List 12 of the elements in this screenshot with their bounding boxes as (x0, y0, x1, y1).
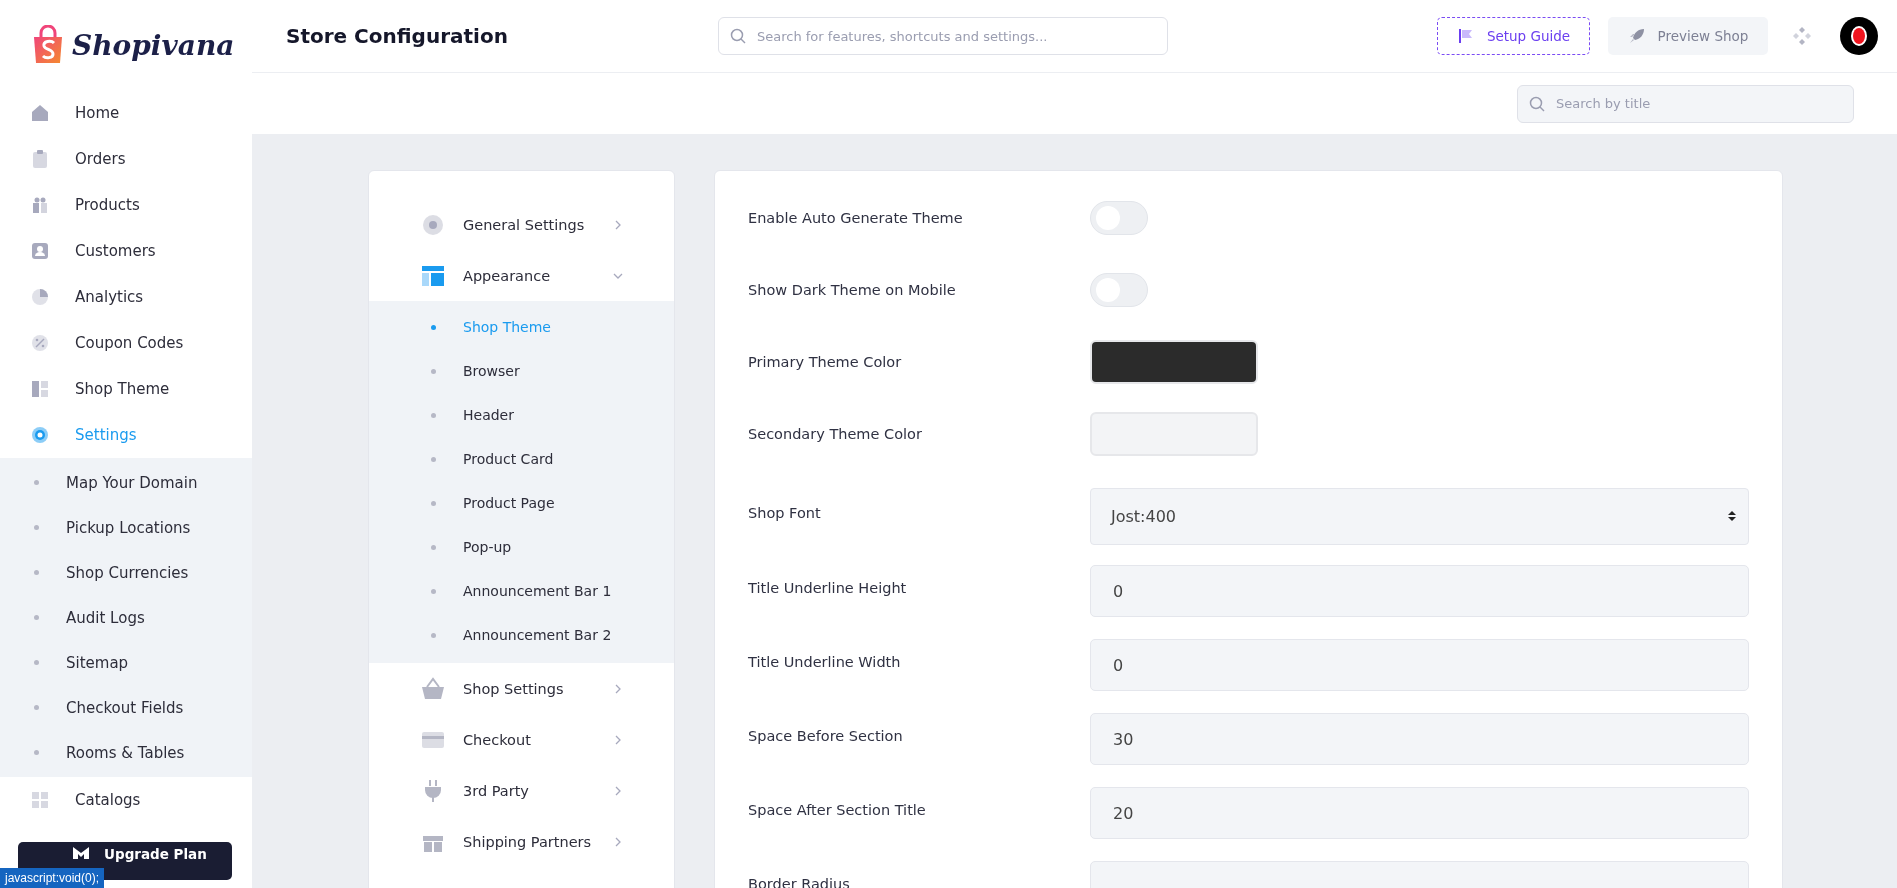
logo-text: Shopivana (72, 28, 235, 62)
field-label: Secondary Theme Color (748, 426, 923, 442)
field-label: Shop Font (748, 505, 822, 521)
field-label: Enable Auto Generate Theme (748, 210, 964, 226)
field-label: Title Underline Width (748, 654, 902, 670)
field-label: Space Before Section (748, 728, 904, 744)
field-label: Primary Theme Color (748, 354, 903, 370)
link-url-tooltip: javascript:void(0); (0, 868, 105, 888)
page-title: Store Configuration (286, 24, 509, 48)
field-label: Space After Section Title (748, 802, 927, 818)
field-label: Show Dark Theme on Mobile (748, 282, 957, 298)
field-label: Title Underline Height (748, 580, 908, 596)
